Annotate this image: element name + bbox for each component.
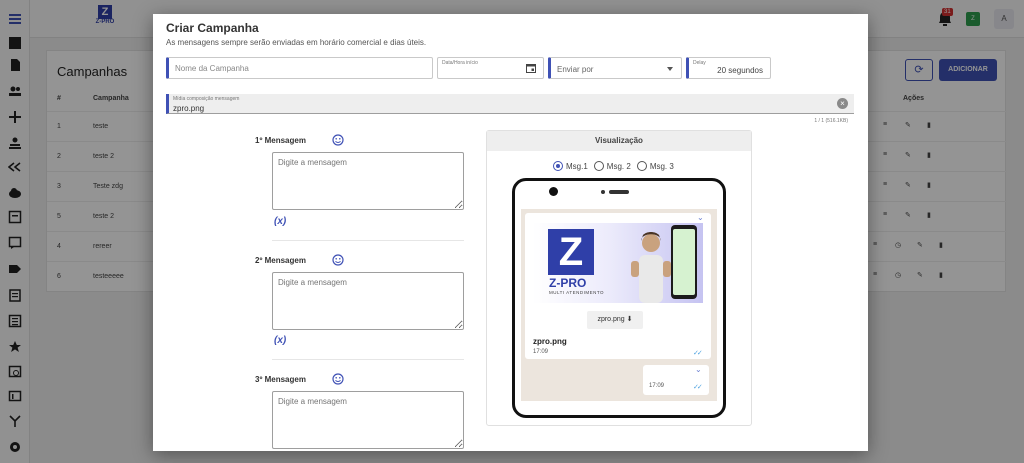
person-photo-icon [631, 232, 671, 303]
z-logo-icon: Z [548, 229, 594, 275]
radio-selected-icon [553, 161, 563, 171]
chevron-down-icon[interactable]: ⌄ [695, 365, 702, 374]
radio-unselected-icon [593, 161, 604, 171]
media-label: Mídia composição mensagem [173, 96, 240, 102]
delay-value: 20 segundos [717, 66, 763, 75]
radio-msg-1[interactable]: Msg.1 [553, 161, 588, 171]
chat-area: ⌄ Z Z-PRO MULTI ATENDIMENTO zpro.png ⬇ z… [521, 209, 717, 401]
send-by-select[interactable]: Enviar por [548, 57, 682, 79]
divider [272, 359, 464, 360]
create-campaign-dialog: Criar Campanha As mensagens sempre serão… [153, 14, 868, 451]
banner-subtitle: MULTI ATENDIMENTO [549, 290, 605, 295]
chevron-down-icon [667, 67, 673, 71]
double-check-icon: ✓✓ [693, 350, 703, 357]
download-file-name: zpro.png [597, 316, 625, 323]
emoji-icon[interactable] [332, 134, 344, 146]
preview-message-selector: Msg.1 Msg. 2 Msg. 3 [553, 161, 674, 171]
radio-msg-2[interactable]: Msg. 2 [593, 161, 631, 171]
sensor-icon [601, 190, 605, 194]
clear-icon[interactable]: × [837, 98, 848, 109]
dialog-title: Criar Campanha [166, 21, 259, 35]
message-1-input[interactable] [272, 152, 464, 210]
campaign-name-input[interactable] [169, 58, 432, 78]
phone-photo-icon [671, 225, 697, 299]
preview-title: Visualização [487, 131, 751, 151]
message-2-input[interactable] [272, 272, 464, 330]
media-file-name: zpro.png [173, 104, 205, 113]
download-button[interactable]: zpro.png ⬇ [587, 311, 643, 329]
banner-title: Z-PRO [549, 276, 587, 290]
message-3-input[interactable] [272, 391, 464, 449]
radio-label: Msg. 3 [649, 161, 674, 171]
message-time: 17:09 [649, 383, 665, 389]
media-message-bubble: ⌄ Z Z-PRO MULTI ATENDIMENTO zpro.png ⬇ z… [525, 213, 711, 359]
radio-label: Msg. 2 [606, 161, 631, 171]
message-time: 17:09 [533, 349, 549, 355]
media-image: Z Z-PRO MULTI ATENDIMENTO [533, 223, 703, 303]
dialog-subtitle: As mensagens sempre serão enviadas em ho… [166, 38, 427, 47]
emoji-icon[interactable] [332, 254, 344, 266]
chevron-down-icon[interactable]: ⌄ [697, 213, 704, 222]
preview-panel: Visualização Msg.1 Msg. 2 Msg. 3 ⌄ Z Z-P… [486, 130, 752, 426]
start-date-field[interactable]: Data/Hora início [437, 57, 544, 79]
radio-label: Msg.1 [566, 161, 588, 171]
message-2-label: 2º Mensagem [255, 256, 306, 265]
message-1-label: 1º Mensagem [255, 136, 306, 145]
phone-mockup: ⌄ Z Z-PRO MULTI ATENDIMENTO zpro.png ⬇ z… [512, 178, 726, 418]
camera-icon [549, 187, 558, 196]
insert-variable-button[interactable]: (x) [274, 335, 286, 346]
media-size-counter: 1 / 1 (516.1KB) [814, 118, 848, 124]
download-icon: ⬇ [626, 316, 633, 323]
divider [272, 240, 464, 241]
start-date-label: Data/Hora início [442, 60, 478, 66]
send-by-placeholder: Enviar por [557, 65, 594, 74]
phone-screen [673, 229, 695, 295]
text-message-bubble: ⌄ 17:09 ✓✓ [643, 365, 709, 395]
media-file-field[interactable]: Mídia composição mensagem zpro.png × [166, 94, 854, 114]
radio-msg-3[interactable]: Msg. 3 [636, 161, 674, 171]
message-file-name: zpro.png [533, 337, 567, 346]
radio-unselected-icon [636, 161, 647, 171]
delay-label: Delay [693, 60, 706, 66]
insert-variable-button[interactable]: (x) [274, 216, 286, 227]
message-3-label: 3º Mensagem [255, 375, 306, 384]
emoji-icon[interactable] [332, 373, 344, 385]
campaign-name-field[interactable] [166, 57, 433, 79]
speaker-icon [609, 190, 629, 194]
calendar-icon[interactable] [526, 63, 536, 73]
double-check-icon: ✓✓ [693, 384, 703, 391]
delay-field[interactable]: Delay 20 segundos [686, 57, 771, 79]
